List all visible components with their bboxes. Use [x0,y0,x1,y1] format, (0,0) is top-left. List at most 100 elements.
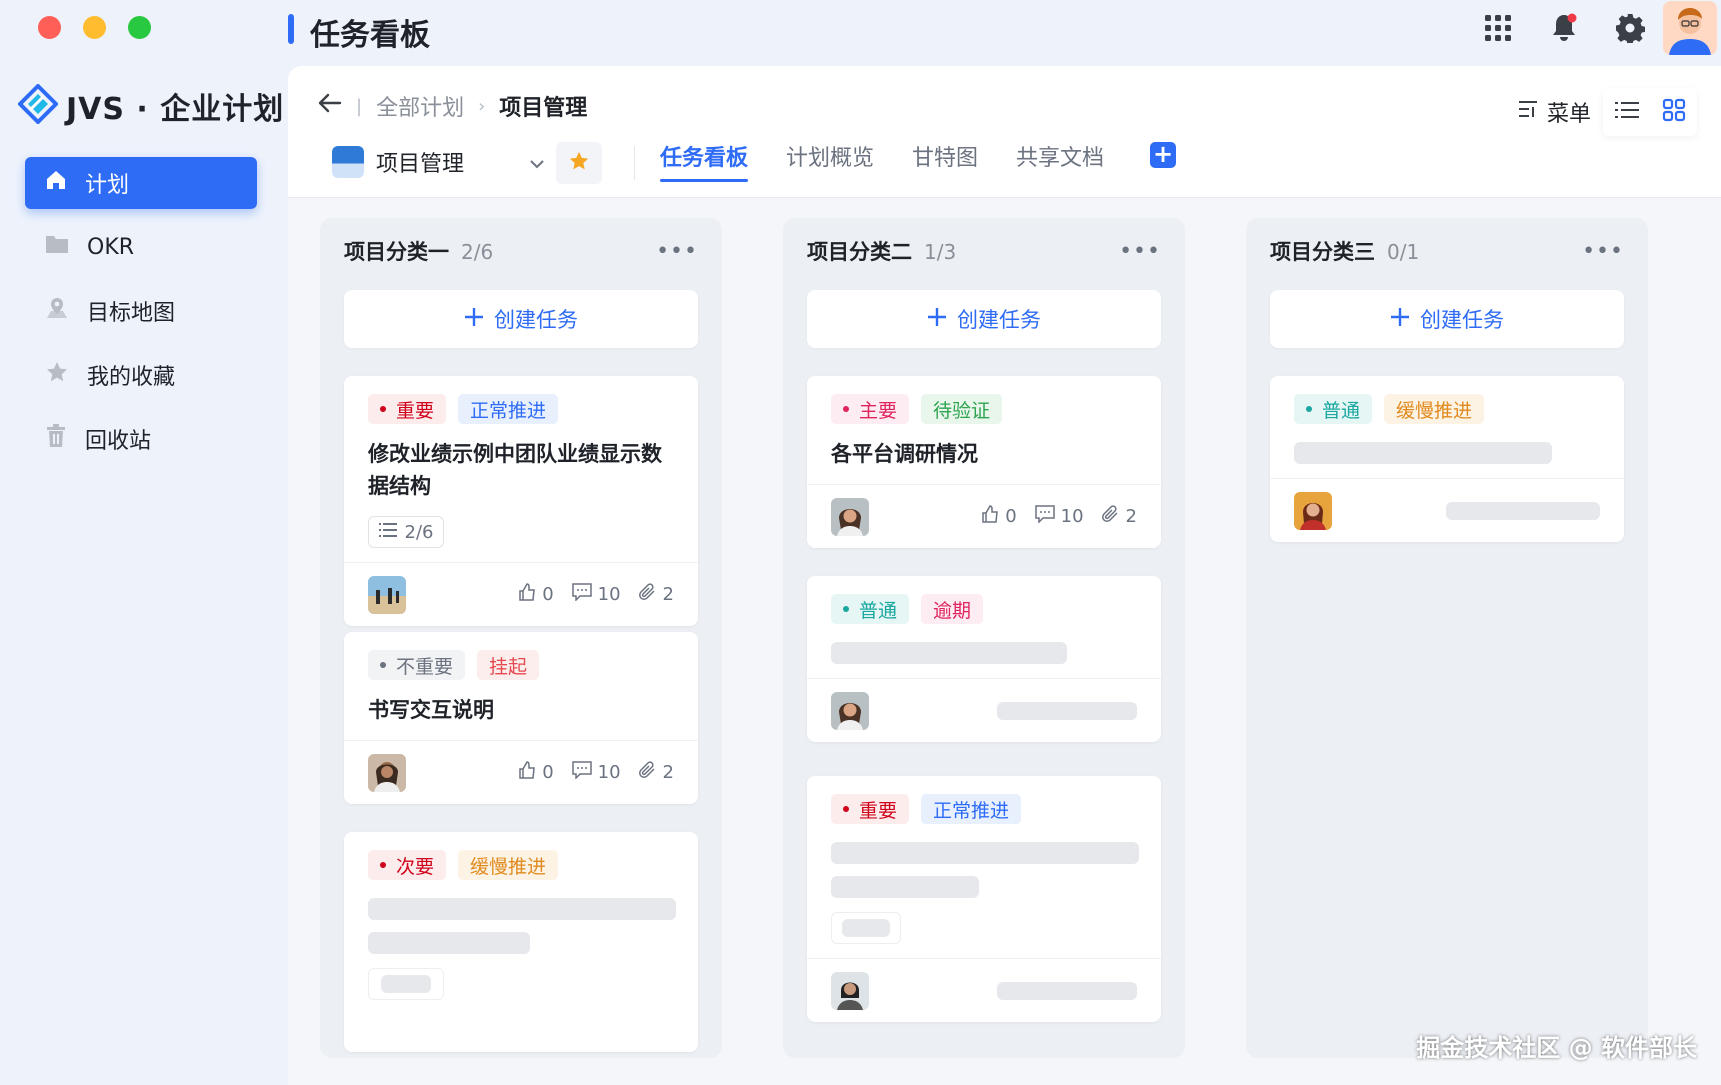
main-header: | 全部计划 › 项目管理 项目管理 任务看板 计划概览 甘特图 共享文档 + [288,66,1721,198]
assignee-avatar[interactable] [368,753,406,792]
comment-icon [571,583,592,606]
watermark: 掘金技术社区 @ 软件部长 [1416,1034,1697,1062]
breadcrumb: | 全部计划 › 项目管理 [318,90,587,122]
card-footer: 0 10 2 [344,562,698,626]
assignee-avatar[interactable] [831,971,869,1010]
create-task-label: 创建任务 [957,308,1041,332]
board-column: 项目分类一 2/6 ••• 创建任务 重要 正常推进 修改业绩示例中团队业绩显示数… [320,218,722,1058]
priority-tag: 重要 [368,394,447,424]
likes-count: 0 [542,762,554,783]
checklist-icon [378,522,397,543]
plus-icon [927,307,947,332]
likes-stat[interactable]: 0 [981,505,1017,528]
sidebar-item-okr[interactable]: OKR [25,221,257,273]
sidebar-item-favorites[interactable]: 我的收藏 [25,349,257,401]
tag-list: 普通 缓慢推进 [1294,394,1600,424]
assignee-avatar[interactable] [368,575,406,614]
task-card[interactable]: 不重要 挂起 书写交互说明 0 10 2 [344,632,698,804]
status-tag: 缓慢推进 [458,850,559,880]
paperclip-icon [638,583,657,606]
zoom-window-button[interactable] [128,16,151,39]
close-window-button[interactable] [38,16,61,39]
subtask-skeleton [831,912,901,944]
tag-list: 不重要 挂起 [368,650,674,680]
task-card[interactable]: 主要 待验证 各平台调研情况 0 10 2 [807,376,1161,548]
minimize-window-button[interactable] [83,16,106,39]
more-options-icon[interactable]: ••• [656,239,698,264]
tag-list: 重要 正常推进 [831,794,1137,824]
comment-icon [1034,505,1055,528]
comments-count: 10 [597,584,621,605]
title-skeleton [831,842,1139,864]
card-footer [1270,478,1624,542]
tab-task-board[interactable]: 任务看板 [660,140,749,182]
likes-count: 0 [542,584,554,605]
task-card[interactable]: 普通 缓慢推进 [1270,376,1624,542]
tab-shared-docs[interactable]: 共享文档 [1016,140,1104,180]
bell-icon[interactable] [1531,0,1597,56]
sidebar-nav: 计划 OKR 目标地图 我的收藏 回收站 [25,157,257,477]
likes-stat[interactable]: 0 [518,583,554,606]
add-tab-button[interactable]: + [1150,142,1176,168]
star-icon [45,360,69,390]
home-icon [45,169,67,197]
menu-button[interactable]: 菜单 [1517,96,1591,128]
assignee-avatar[interactable] [831,691,869,730]
comments-stat[interactable]: 10 [571,583,621,606]
tab-gantt[interactable]: 甘特图 [912,140,978,180]
sidebar-item-trash[interactable]: 回收站 [25,413,257,465]
column-title-text: 项目分类二 [807,240,912,264]
list-view-icon[interactable] [1614,100,1639,124]
back-arrow-icon[interactable] [318,93,342,119]
gear-icon[interactable] [1597,0,1663,56]
breadcrumb-root-link[interactable]: 全部计划 [376,90,464,122]
task-card[interactable]: 重要 正常推进 修改业绩示例中团队业绩显示数据结构 2/6 0 10 2 [344,376,698,626]
project-icon [332,146,364,178]
attachments-stat[interactable]: 2 [1101,505,1137,528]
grid-apps-icon[interactable] [1465,0,1531,56]
more-options-icon[interactable]: ••• [1582,239,1624,264]
priority-tag-text: 普通 [1322,399,1361,422]
window-title: 任务看板 [310,18,430,53]
column-count: 0/1 [1387,240,1420,264]
likes-count: 0 [1005,506,1017,527]
likes-stat[interactable]: 0 [518,761,554,784]
comments-stat[interactable]: 10 [571,761,621,784]
assignee-avatar[interactable] [1294,491,1332,530]
assignee-avatar[interactable] [831,497,869,536]
header-divider [634,146,635,180]
priority-tag: 主要 [831,394,910,424]
attachments-stat[interactable]: 2 [638,761,674,784]
task-card[interactable]: 次要 缓慢推进 [344,832,698,1052]
create-task-button[interactable]: 创建任务 [344,290,698,348]
task-card[interactable]: 普通 逾期 [807,576,1161,742]
plus-icon [464,307,484,332]
sidebar-item-plan[interactable]: 计划 [25,157,257,209]
column-header: 项目分类一 2/6 ••• [320,218,722,284]
project-select[interactable]: 项目管理 [330,140,555,184]
attachments-stat[interactable]: 2 [638,583,674,606]
stats-skeleton [1446,501,1600,520]
comments-stat[interactable]: 10 [1034,505,1084,528]
priority-tag-text: 主要 [859,399,898,422]
user-avatar[interactable] [1663,1,1717,55]
favorite-star-button[interactable] [556,142,602,184]
thumbs-up-icon [518,583,536,606]
title-accent-bar [288,14,294,44]
tab-plan-overview[interactable]: 计划概览 [786,140,874,180]
comment-icon [571,761,592,784]
column-count: 1/3 [924,240,957,264]
create-task-button[interactable]: 创建任务 [807,290,1161,348]
more-options-icon[interactable]: ••• [1119,239,1161,264]
column-title-text: 项目分类一 [344,240,449,264]
task-card[interactable]: 重要 正常推进 [807,776,1161,1022]
column-count: 2/6 [461,240,494,264]
create-task-button[interactable]: 创建任务 [1270,290,1624,348]
card-view-icon[interactable] [1662,98,1686,126]
sidebar-item-goal-map[interactable]: 目标地图 [25,285,257,337]
attachments-count: 2 [662,584,674,605]
view-switch [1603,88,1697,136]
priority-tag-text: 不重要 [396,655,454,678]
sidebar-item-label: 计划 [85,173,130,198]
subtask-progress[interactable]: 2/6 [368,516,444,548]
